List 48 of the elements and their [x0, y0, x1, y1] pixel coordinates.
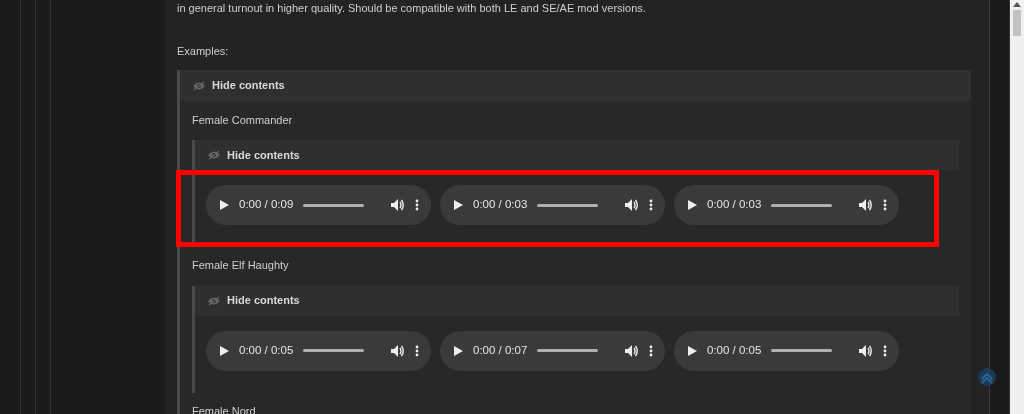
volume-icon[interactable] — [859, 199, 873, 211]
play-icon[interactable] — [454, 200, 463, 210]
more-icon[interactable] — [415, 199, 419, 211]
volume-icon[interactable] — [625, 199, 639, 211]
section-title: Female Elf Haughty — [192, 258, 289, 273]
volume-icon[interactable] — [391, 344, 405, 357]
spoiler-header[interactable]: Hide contents — [195, 140, 959, 170]
scroll-up-icon[interactable] — [1013, 2, 1021, 7]
more-icon[interactable] — [883, 199, 887, 211]
seek-track[interactable] — [537, 203, 599, 207]
play-icon[interactable] — [220, 345, 229, 356]
scrollbar[interactable] — [1010, 0, 1024, 414]
time-text: 0:00 / 0:09 — [239, 197, 294, 213]
time-text: 0:00 / 0:03 — [473, 197, 528, 213]
time-text: 0:00 / 0:05 — [239, 342, 294, 358]
more-icon[interactable] — [415, 344, 419, 357]
seek-track[interactable] — [771, 203, 833, 207]
scroll-thumb[interactable] — [1013, 10, 1021, 36]
volume-icon[interactable] — [625, 344, 639, 357]
section-title: Female Commander — [192, 112, 293, 128]
scroll-to-top-icon[interactable] — [977, 367, 997, 387]
eye-icon — [207, 150, 221, 160]
eye-icon — [207, 295, 221, 306]
eye-icon — [192, 80, 206, 91]
more-icon[interactable] — [649, 199, 653, 211]
seek-track[interactable] — [771, 349, 833, 352]
spoiler-title: Hide contents — [212, 78, 285, 94]
section-title: Female Nord — [192, 403, 256, 414]
examples-label: Examples: — [177, 44, 229, 59]
more-icon[interactable] — [883, 344, 887, 357]
volume-icon[interactable] — [859, 344, 873, 357]
spoiler-title: Hide contents — [227, 293, 300, 309]
intro-paragraph: in general turnout in higher quality. Should be compatible with both LE and SE/AE mod versions. — [177, 1, 647, 15]
time-text: 0:00 / 0:03 — [707, 197, 762, 213]
spoiler-title: Hide contents — [227, 147, 300, 163]
spoiler-header[interactable]: Hide contents — [195, 285, 959, 316]
seek-track[interactable] — [537, 349, 599, 352]
time-text: 0:00 / 0:05 — [707, 342, 762, 358]
play-icon[interactable] — [688, 345, 697, 356]
play-icon[interactable] — [454, 345, 463, 356]
seek-track[interactable] — [303, 203, 365, 207]
time-text: 0:00 / 0:07 — [473, 342, 528, 358]
volume-icon[interactable] — [391, 199, 405, 211]
spoiler-header[interactable]: Hide contents — [180, 69, 971, 102]
play-icon[interactable] — [688, 200, 697, 210]
play-icon[interactable] — [220, 200, 229, 210]
more-icon[interactable] — [649, 344, 653, 357]
seek-track[interactable] — [303, 349, 365, 352]
